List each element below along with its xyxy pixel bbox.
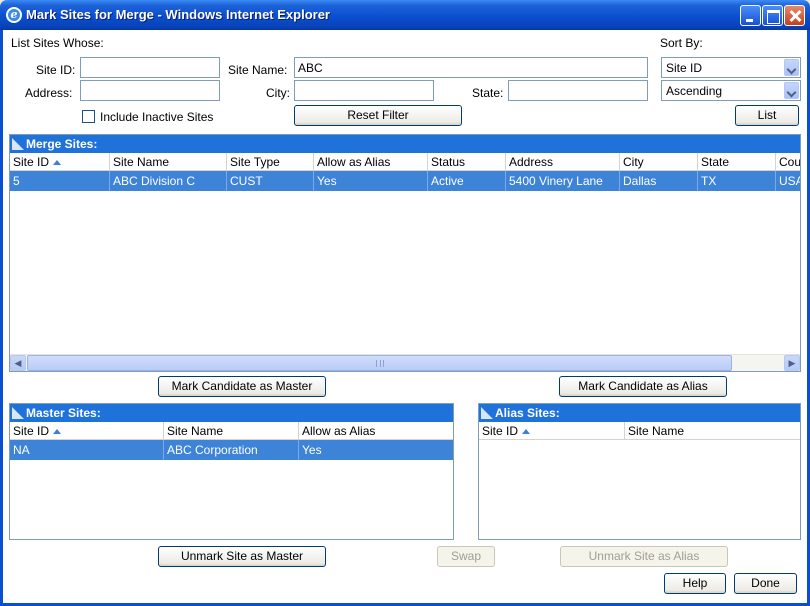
master-sites-header: Site ID Site Name Allow as Alias xyxy=(10,422,453,440)
col-site-name[interactable]: Site Name xyxy=(164,422,299,440)
sort-direction-select[interactable]: Ascending xyxy=(661,80,801,101)
minimize-button[interactable] xyxy=(740,5,761,26)
done-button[interactable]: Done xyxy=(734,573,797,594)
sort-direction-value: Ascending xyxy=(666,84,723,98)
col-site-id-label: Site ID xyxy=(482,424,519,438)
alias-sites-title: Alias Sites: xyxy=(479,404,800,422)
col-country[interactable]: Cou xyxy=(776,153,800,171)
col-site-id-label: Site ID xyxy=(13,155,50,169)
help-button[interactable]: Help xyxy=(664,573,726,594)
site-id-label: Site ID: xyxy=(36,63,76,77)
cell-status: Active xyxy=(428,171,506,191)
col-state[interactable]: State xyxy=(698,153,776,171)
chevron-down-icon xyxy=(784,82,799,99)
scroll-right-icon[interactable]: ▶ xyxy=(784,355,800,371)
unmark-alias-button[interactable]: Unmark Site as Alias xyxy=(560,546,728,567)
sort-by-label: Sort By: xyxy=(660,36,703,50)
cell-site-id: 5 xyxy=(10,171,110,191)
alias-sites-header: Site ID Site Name xyxy=(479,422,800,440)
state-input[interactable] xyxy=(508,80,648,101)
col-allow-alias[interactable]: Allow as Alias xyxy=(314,153,428,171)
col-site-id-label: Site ID xyxy=(13,424,50,438)
merge-sites-title: Merge Sites: xyxy=(10,135,800,153)
sort-up-icon xyxy=(53,429,62,435)
sort-up-icon xyxy=(53,160,62,166)
site-name-input[interactable] xyxy=(294,57,648,78)
ie-icon: e xyxy=(6,7,22,23)
include-inactive-label: Include Inactive Sites xyxy=(100,110,214,124)
include-inactive-checkbox[interactable] xyxy=(82,110,95,123)
col-site-id[interactable]: Site ID xyxy=(10,422,164,440)
col-allow-alias[interactable]: Allow as Alias xyxy=(299,422,453,440)
col-site-name[interactable]: Site Name xyxy=(625,422,800,440)
mark-alias-button[interactable]: Mark Candidate as Alias xyxy=(559,376,727,397)
maximize-button[interactable] xyxy=(762,5,783,26)
col-site-type[interactable]: Site Type xyxy=(227,153,314,171)
scroll-thumb[interactable] xyxy=(27,355,732,371)
close-button[interactable] xyxy=(784,5,805,26)
col-status[interactable]: Status xyxy=(428,153,506,171)
reset-filter-button[interactable]: Reset Filter xyxy=(294,105,462,126)
state-label: State: xyxy=(472,86,504,100)
filter-heading: List Sites Whose: xyxy=(11,36,104,50)
master-sites-panel: Master Sites: Site ID Site Name Allow as… xyxy=(9,403,454,540)
site-name-label: Site Name: xyxy=(228,63,288,77)
mark-master-button[interactable]: Mark Candidate as Master xyxy=(158,376,326,397)
city-label: City: xyxy=(266,86,290,100)
window-title: Mark Sites for Merge - Windows Internet … xyxy=(26,7,330,22)
table-row[interactable]: 5 ABC Division C CUST Yes Active 5400 Vi… xyxy=(10,171,800,191)
cell-allow-alias: Yes xyxy=(314,171,428,191)
cell-address: 5400 Vinery Lane xyxy=(506,171,620,191)
alias-sites-panel: Alias Sites: Site ID Site Name xyxy=(478,403,801,540)
city-input[interactable] xyxy=(294,80,434,101)
dialog-body: List Sites Whose: Site ID: Site Name: Ad… xyxy=(0,30,810,606)
sort-field-select[interactable]: Site ID xyxy=(661,57,801,78)
cell-city: Dallas xyxy=(620,171,698,191)
merge-sites-header: Site ID Site Name Site Type Allow as Ali… xyxy=(10,153,800,171)
list-button[interactable]: List xyxy=(735,105,799,126)
sort-field-value: Site ID xyxy=(666,61,703,75)
sort-up-icon xyxy=(522,429,531,435)
col-site-name[interactable]: Site Name xyxy=(110,153,227,171)
col-address[interactable]: Address xyxy=(506,153,620,171)
cell-state: TX xyxy=(698,171,776,191)
master-sites-title: Master Sites: xyxy=(10,404,453,422)
merge-sites-panel: Merge Sites: Site ID Site Name Site Type… xyxy=(9,134,801,372)
cell-site-id: NA xyxy=(10,440,164,460)
cell-allow-alias: Yes xyxy=(302,443,322,457)
col-site-id[interactable]: Site ID xyxy=(10,153,110,171)
table-row[interactable]: NA ABC Corporation Yes xyxy=(10,440,453,460)
horizontal-scrollbar[interactable]: ◀ ▶ xyxy=(10,354,800,371)
title-bar: e Mark Sites for Merge - Windows Interne… xyxy=(0,0,810,30)
swap-button[interactable]: Swap xyxy=(437,546,495,567)
cell-country: USA xyxy=(779,174,800,188)
chevron-down-icon xyxy=(784,59,799,76)
col-city[interactable]: City xyxy=(620,153,698,171)
col-site-id[interactable]: Site ID xyxy=(479,422,625,440)
cell-site-name: ABC Corporation xyxy=(164,440,299,460)
cell-site-name: ABC Division C xyxy=(110,171,227,191)
cell-site-type: CUST xyxy=(227,171,314,191)
address-input[interactable] xyxy=(80,80,220,101)
scroll-grip-icon xyxy=(375,360,384,367)
unmark-master-button[interactable]: Unmark Site as Master xyxy=(158,546,326,567)
address-label: Address: xyxy=(25,86,73,100)
site-id-input[interactable] xyxy=(80,57,220,78)
scroll-left-icon[interactable]: ◀ xyxy=(10,355,26,371)
